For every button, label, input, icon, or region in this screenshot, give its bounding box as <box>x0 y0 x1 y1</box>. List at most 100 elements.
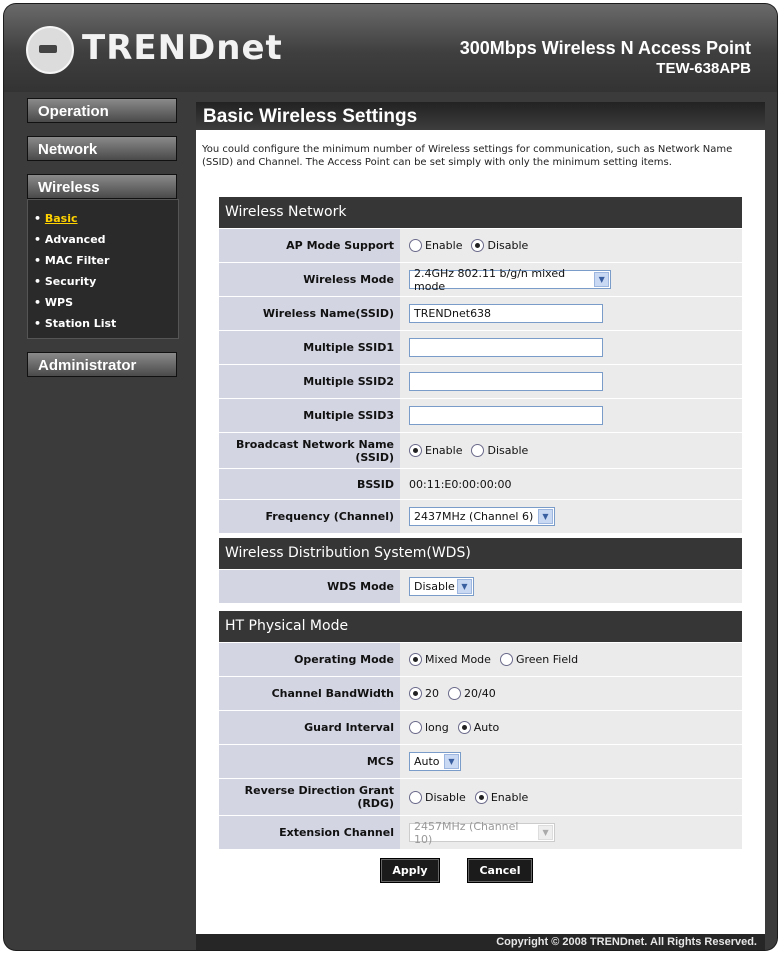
submenu-mac-filter[interactable]: • MAC Filter <box>28 250 178 271</box>
menu-operation[interactable]: Operation <box>27 98 177 123</box>
ssid2-input[interactable] <box>409 372 603 391</box>
rdg-disable-option[interactable]: Disable <box>409 790 466 804</box>
page-title: Basic Wireless Settings <box>196 102 765 130</box>
product-name: 300Mbps Wireless N Access Point <box>459 38 751 58</box>
rdg-label: Reverse Direction Grant (RDG) <box>219 779 400 815</box>
radio-icon[interactable] <box>471 444 485 457</box>
wireless-mode-label: Wireless Mode <box>219 263 400 296</box>
ssid3-row: Multiple SSID3 <box>219 398 742 432</box>
broadcast-row: Broadcast Network Name (SSID) Enable Dis… <box>219 432 742 468</box>
submenu-basic-label: Basic <box>44 212 78 225</box>
wds-mode-select[interactable]: Disable ▼ <box>409 577 474 596</box>
guard-auto-option[interactable]: Auto <box>457 721 499 734</box>
mixed-mode-option[interactable]: Mixed Mode <box>409 653 491 666</box>
bw-2040-option[interactable]: 20/40 <box>448 687 496 700</box>
broadcast-label: Broadcast Network Name (SSID) <box>219 433 400 468</box>
ssid3-label: Multiple SSID3 <box>219 399 400 432</box>
ssid1-input[interactable] <box>409 338 603 357</box>
apply-button[interactable]: Apply <box>380 858 440 883</box>
radio-icon[interactable] <box>499 653 513 666</box>
wireless-mode-select[interactable]: 2.4GHz 802.11 b/g/n mixed mode ▼ <box>409 267 611 293</box>
rdg-enable-option[interactable]: Enable <box>474 790 529 804</box>
bssid-value: 00:11:E0:00:00:00 <box>400 469 742 499</box>
guard-long-option[interactable]: long <box>409 721 449 734</box>
radio-selected-icon[interactable] <box>474 790 488 804</box>
ssid1-row: Multiple SSID1 <box>219 330 742 364</box>
section-header: Wireless Distribution System(WDS) <box>219 538 742 569</box>
brand-logo-text: TRENDnet <box>82 28 283 68</box>
submenu-security[interactable]: • Security <box>28 271 178 292</box>
option-label: 20 <box>425 687 439 700</box>
rdg-row: Reverse Direction Grant (RDG) Disable En… <box>219 778 742 815</box>
green-field-option[interactable]: Green Field <box>499 653 579 666</box>
ap-mode-label: AP Mode Support <box>219 229 400 262</box>
option-label: Mixed Mode <box>425 653 491 666</box>
ssid-input[interactable]: TRENDnet638 <box>409 304 603 323</box>
radio-selected-icon[interactable] <box>409 653 422 666</box>
chevron-down-icon[interactable]: ▼ <box>444 754 459 769</box>
option-label: Enable <box>425 239 463 252</box>
ssid1-label: Multiple SSID1 <box>219 331 400 364</box>
submenu-basic[interactable]: • Basic <box>28 208 178 229</box>
ap-mode-disable-option[interactable]: Disable <box>471 239 528 252</box>
submenu-mac-filter-label: MAC Filter <box>44 254 110 267</box>
select-value: Disable <box>414 580 455 593</box>
chevron-down-icon[interactable]: ▼ <box>594 272 609 287</box>
radio-selected-icon[interactable] <box>457 721 471 734</box>
ssid2-label: Multiple SSID2 <box>219 365 400 398</box>
ht-physical-mode-section: HT Physical Mode Operating Mode Mixed Mo… <box>219 611 742 849</box>
submenu-advanced[interactable]: • Advanced <box>28 229 178 250</box>
frequency-label: Frequency (Channel) <box>219 500 400 533</box>
option-label: Disable <box>425 790 466 804</box>
menu-wireless[interactable]: Wireless <box>27 174 177 199</box>
bandwidth-label: Channel BandWidth <box>219 677 400 710</box>
operating-mode-label: Operating Mode <box>219 643 400 676</box>
menu-network[interactable]: Network <box>27 136 177 161</box>
submenu-wps-label: WPS <box>44 296 73 309</box>
extension-channel-select[interactable]: 2457MHz (Channel 10) ▼ <box>409 820 555 846</box>
bw-20-option[interactable]: 20 <box>409 687 439 700</box>
wireless-mode-row: Wireless Mode 2.4GHz 802.11 b/g/n mixed … <box>219 262 742 296</box>
chevron-down-icon[interactable]: ▼ <box>457 579 472 594</box>
ssid2-row: Multiple SSID2 <box>219 364 742 398</box>
radio-icon[interactable] <box>409 239 422 252</box>
radio-icon[interactable] <box>409 721 422 734</box>
radio-icon[interactable] <box>409 790 422 804</box>
wds-section: Wireless Distribution System(WDS) WDS Mo… <box>219 538 742 603</box>
submenu-security-label: Security <box>44 275 97 288</box>
submenu-wps[interactable]: • WPS <box>28 292 178 313</box>
option-label: Green Field <box>515 653 579 666</box>
radio-selected-icon[interactable] <box>409 687 422 700</box>
wds-mode-label: WDS Mode <box>219 570 400 603</box>
submenu-advanced-label: Advanced <box>44 233 106 246</box>
radio-selected-icon[interactable] <box>409 444 422 457</box>
ssid3-input[interactable] <box>409 406 603 425</box>
bssid-row: BSSID 00:11:E0:00:00:00 <box>219 468 742 499</box>
mcs-select[interactable]: Auto ▼ <box>409 752 461 771</box>
ssid-row: Wireless Name(SSID) TRENDnet638 <box>219 296 742 330</box>
ap-mode-enable-option[interactable]: Enable <box>409 239 462 252</box>
chevron-down-icon[interactable]: ▼ <box>538 825 553 840</box>
chevron-down-icon[interactable]: ▼ <box>538 509 553 524</box>
submenu-station-list[interactable]: • Station List <box>28 313 178 334</box>
footer-copyright: Copyright © 2008 TRENDnet. All Rights Re… <box>196 934 765 950</box>
broadcast-disable-option[interactable]: Disable <box>471 444 528 457</box>
radio-selected-icon[interactable] <box>471 239 485 252</box>
page-description: You could configure the minimum number o… <box>202 144 733 168</box>
select-value: 2437MHz (Channel 6) <box>414 510 534 523</box>
ap-mode-row: AP Mode Support Enable Disable <box>219 228 742 262</box>
menu-administrator[interactable]: Administrator <box>27 352 177 377</box>
bandwidth-row: Channel BandWidth 20 20/40 <box>219 676 742 710</box>
cancel-button[interactable]: Cancel <box>467 858 533 883</box>
ssid-label: Wireless Name(SSID) <box>219 297 400 330</box>
wds-mode-row: WDS Mode Disable ▼ <box>219 569 742 603</box>
select-value: 2.4GHz 802.11 b/g/n mixed mode <box>414 266 566 293</box>
frequency-select[interactable]: 2437MHz (Channel 6) ▼ <box>409 507 555 526</box>
extension-channel-row: Extension Channel 2457MHz (Channel 10) ▼ <box>219 815 742 849</box>
radio-icon[interactable] <box>448 687 461 700</box>
option-label: Enable <box>490 790 529 804</box>
option-label: 20/40 <box>464 687 496 700</box>
option-label: Disable <box>487 444 529 457</box>
extension-channel-label: Extension Channel <box>219 816 400 849</box>
broadcast-enable-option[interactable]: Enable <box>409 444 462 457</box>
